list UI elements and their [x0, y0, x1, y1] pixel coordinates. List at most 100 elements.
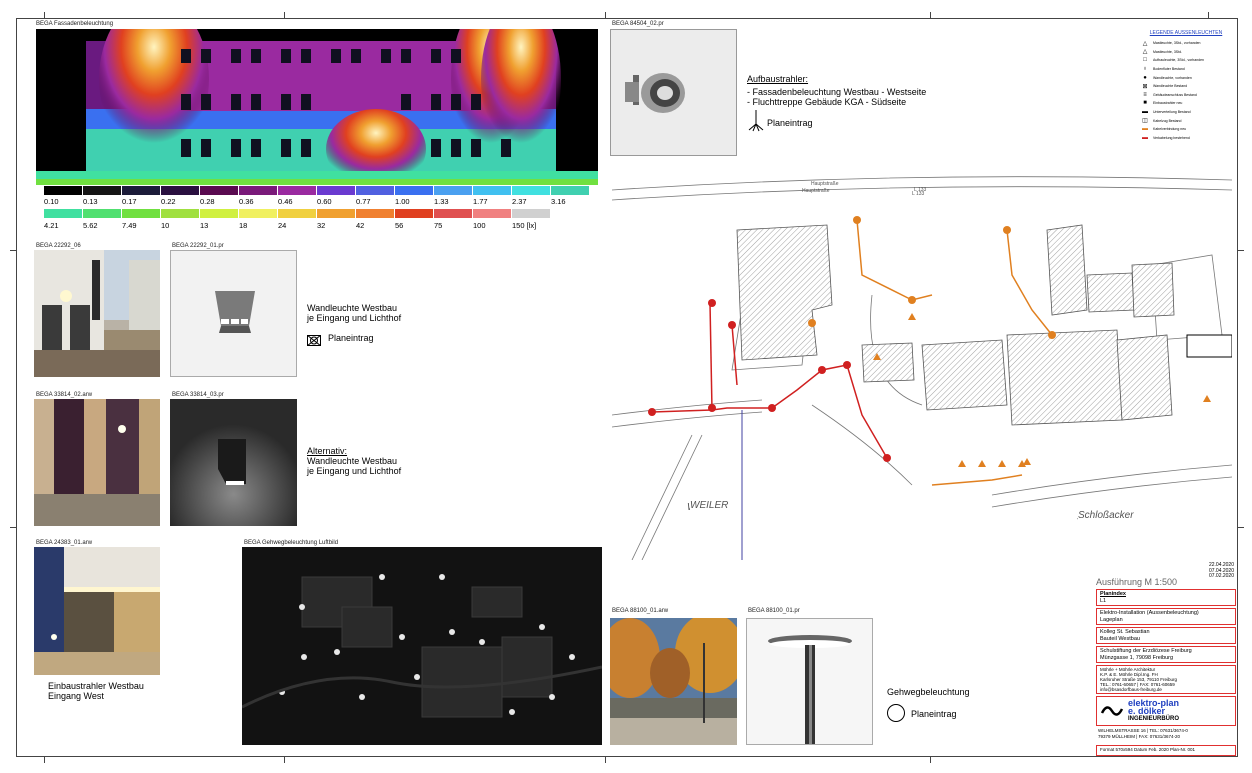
- lux-swatch: [161, 186, 200, 195]
- legend-item-label: Kabelzug Bestand: [1153, 118, 1182, 123]
- legend-item-label: Einbaustrahler neu: [1153, 101, 1183, 106]
- legend-item-label: Mastleuchte, 3Std., vorhanden: [1153, 41, 1201, 46]
- lux-swatch: [356, 186, 395, 195]
- subject-box: Elektro-Installation (Aussenbeleuchtung)…: [1096, 608, 1236, 625]
- lux-value: 32: [317, 221, 326, 230]
- legend-symbol-icon: □: [1143, 57, 1147, 64]
- lux-value: 0.10: [44, 197, 59, 206]
- client-box: Schulstiftung der Erzdiözese Freiburg Mü…: [1096, 646, 1236, 663]
- lux-scale-row-1: [44, 186, 590, 195]
- legend-item-label: Wandleuchte Bestand: [1153, 84, 1188, 89]
- legend-symbol-icon: ●: [1143, 74, 1147, 81]
- legend-item-label: Unterverteilung Bestand: [1153, 110, 1191, 115]
- lux-value: 1.33: [434, 197, 449, 206]
- legend-item: □ Aufbauleuchte, 3Std., vorhanden: [1140, 56, 1232, 65]
- bollard-product-caption: BEGA 88100_01.pr: [748, 608, 800, 614]
- lux-value: 0.77: [356, 197, 371, 206]
- subject-line-2: Lageplan: [1100, 616, 1123, 623]
- bollard-entry-label: Planeintrag: [911, 709, 957, 719]
- frame-tick: [930, 757, 931, 763]
- legend-item-label: Aufbauleuchte, 3Std., vorhanden: [1153, 58, 1204, 63]
- frame-tick: [930, 12, 931, 18]
- spotlight-product-image: [610, 29, 737, 156]
- lux-swatch: [473, 186, 512, 195]
- legend-symbol-icon: ♁: [1142, 66, 1148, 73]
- architect-box: Möhrle + Möhrle Architektur K.P. & E. Mö…: [1096, 665, 1236, 694]
- alt-photo-caption: BEGA 33814_02.arw: [36, 392, 93, 398]
- recessed-photo-caption: BEGA 24383_01.arw: [36, 540, 93, 546]
- lux-swatch: [239, 209, 278, 218]
- lux-swatch: [512, 186, 551, 195]
- lux-value: 7.49: [122, 221, 137, 230]
- frame-tick: [1208, 12, 1209, 18]
- map-area-weiler: WEILER: [690, 500, 729, 511]
- legend-item: ♁ Bodenfluter Bestand: [1140, 65, 1232, 74]
- alt-text-line-2: je Eingang und Lichthof: [307, 466, 402, 476]
- wall-light-photo: [34, 250, 160, 377]
- lux-value: 1.00: [395, 197, 410, 206]
- wall-product-caption: BEGA 22292_01.pr: [172, 243, 224, 249]
- svg-text:Hauptstraße: Hauptstraße: [802, 188, 830, 194]
- wall-text-line-2: je Eingang und Lichthof: [307, 313, 402, 323]
- lux-swatch: [434, 209, 473, 218]
- legend-symbol-icon: ▬: [1142, 134, 1148, 141]
- lux-swatch: [395, 209, 434, 218]
- legend-item: △ Mastleuchte, 3Std.: [1140, 48, 1232, 57]
- legend-item: ● Wandleuchte, vorhanden: [1140, 73, 1232, 82]
- architect-line-5: info@bsasdorfbaus-freiburg.de: [1100, 687, 1162, 692]
- lux-swatch: [551, 186, 590, 195]
- legend-symbol-icon: △: [1142, 40, 1148, 47]
- frame-tick: [284, 757, 285, 763]
- map-area-schlossacker: Schloßacker: [1078, 510, 1134, 521]
- firm-name-2: e. dölker: [1128, 706, 1166, 716]
- aerial-caption: BEGA Gehwegbeleuchtung Luftbild: [244, 540, 339, 546]
- lux-swatch: [122, 209, 161, 218]
- bollard-plan-symbol-icon: [887, 704, 911, 722]
- project-line-2: Bauteil Westbau: [1100, 635, 1140, 642]
- frame-tick: [10, 527, 16, 528]
- lux-value: 13: [200, 221, 209, 230]
- wall-photo-caption: BEGA 22292_06: [36, 243, 81, 249]
- firm-name-3: INGENIEURBÜRO: [1128, 716, 1180, 722]
- legend-symbol-icon: ▬: [1142, 109, 1148, 116]
- title-dates: 22.04.2020 07.04.2020 07.02.2020: [1208, 562, 1234, 580]
- lux-value: 18: [239, 221, 248, 230]
- date-3: 07.02.2020: [1208, 573, 1234, 579]
- client-line-2: Münzgasse 1, 79098 Freiburg: [1100, 654, 1174, 661]
- lux-value: 0.17: [122, 197, 137, 206]
- alt-light-photo: [34, 399, 160, 526]
- frame-tick: [44, 757, 45, 763]
- firm-address: WILHELMSTRASSE 16 | TEL: 07631/3674-0 79…: [1096, 728, 1236, 739]
- facade-lux-image: [36, 29, 598, 185]
- bollard-photo-caption: BEGA 88100_01.arw: [612, 608, 669, 614]
- lux-swatch: [356, 209, 395, 218]
- frame-tick: [605, 12, 606, 18]
- wall-plan-symbol-icon: [306, 333, 322, 351]
- map-road-label: L 133: [914, 187, 927, 193]
- lux-value: 3.16: [551, 197, 566, 206]
- legend-item-label: Gebäudeanschluss Bestand: [1153, 92, 1197, 97]
- legend-symbol-icon: △: [1142, 49, 1148, 56]
- lux-swatch: [122, 186, 161, 195]
- legend-symbol-icon: ⊠: [1142, 83, 1148, 90]
- index-value: L1: [1100, 597, 1107, 604]
- aerial-night-image: [242, 547, 602, 745]
- lux-value: 42: [356, 221, 365, 230]
- title-block: 22.04.2020 07.04.2020 07.02.2020 Ausführ…: [1096, 562, 1236, 756]
- lux-swatch: [44, 186, 83, 195]
- frame-tick: [1238, 527, 1244, 528]
- lux-swatch: [317, 209, 356, 218]
- legend-item: ≡ Gebäudeanschluss Bestand: [1140, 91, 1232, 100]
- lux-values-row-1: 0.10 0.13 0.17 0.22 0.28 0.36 0.46 0.60 0.77 1.00…: [44, 197, 590, 206]
- alt-product-caption: BEGA 33814_03.pr: [172, 392, 224, 398]
- frame-tick: [605, 757, 606, 763]
- spot-line-2: - Fluchttreppe Gebäude KGA - Südseite: [747, 97, 907, 107]
- lux-swatch: [317, 186, 356, 195]
- lux-value: 0.13: [83, 197, 98, 206]
- firm-logo-icon: [1100, 706, 1124, 716]
- facade-caption: BEGA Fassadenbeleuchtung: [36, 21, 114, 27]
- lux-swatch: [83, 186, 122, 195]
- firm-box: elektro-plan e. dölker INGENIEURBÜRO: [1096, 696, 1236, 726]
- firm-address-2: 79379 MÜLLHEIM | FAX: 07631/3674-20: [1098, 733, 1180, 739]
- wall-entry-label: Planeintrag: [328, 333, 374, 343]
